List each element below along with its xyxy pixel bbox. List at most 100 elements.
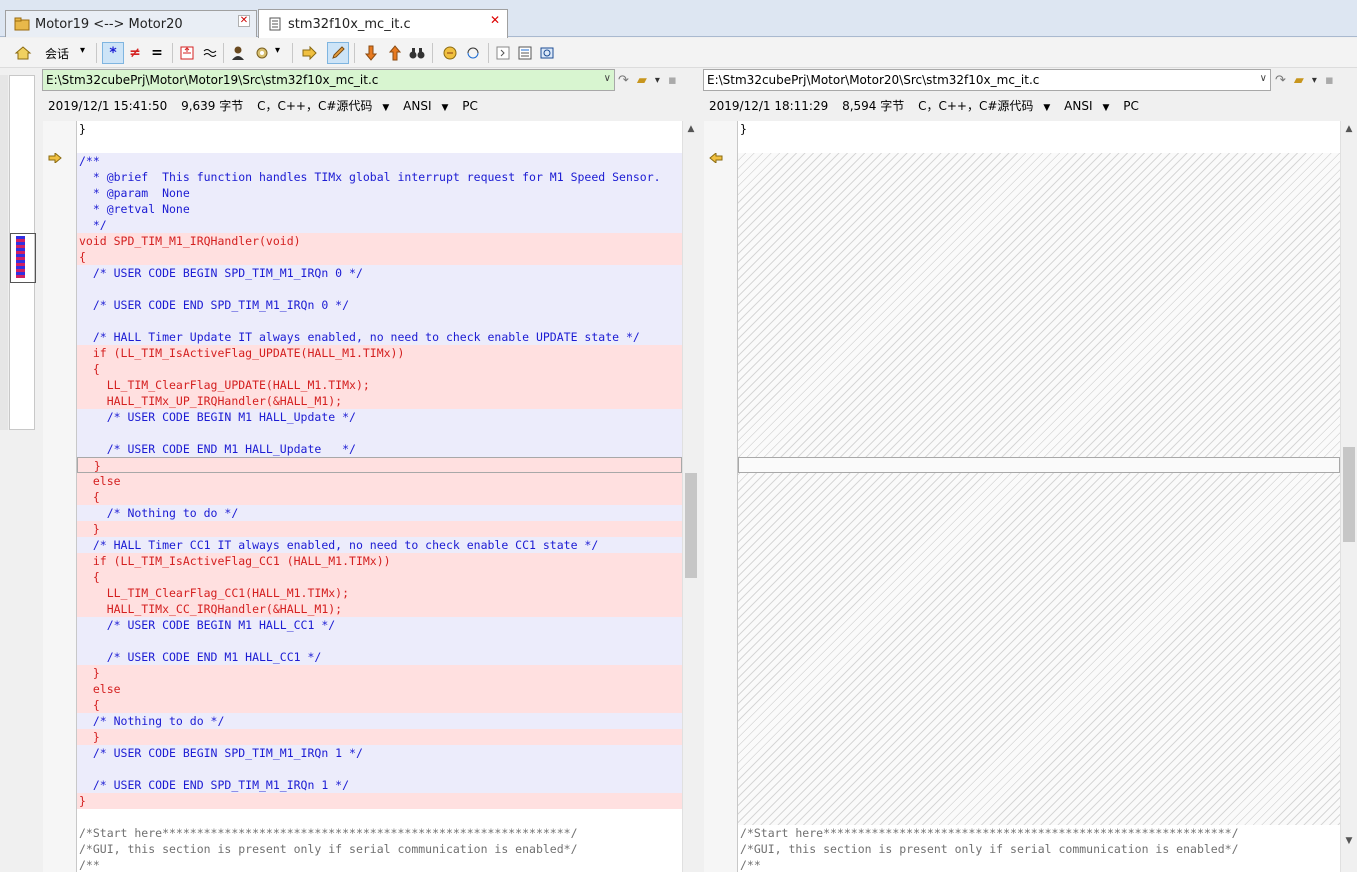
code-line: */ [77, 217, 682, 233]
expand-icon[interactable] [492, 42, 514, 64]
refresh-icon[interactable]: ↷ [618, 73, 629, 88]
left-path-field[interactable]: E:\Stm32cubePrj\Motor\Motor19\Src\stm32f… [42, 69, 615, 91]
person-icon[interactable] [227, 42, 249, 64]
code-line: } [740, 122, 747, 136]
code-line: } [77, 457, 682, 473]
code-line [77, 633, 682, 649]
chevron-down-icon[interactable]: ▼ [1043, 103, 1050, 113]
insert-diff-icon[interactable] [176, 42, 198, 64]
code-line: /* USER CODE BEGIN SPD_TIM_M1_IRQn 1 */ [77, 745, 682, 761]
scroll-thumb[interactable] [685, 473, 697, 578]
chevron-down-icon[interactable]: ∨ [1260, 73, 1267, 84]
right-editor[interactable]: } /*Start here**************************… [738, 121, 1340, 872]
code-line: * @param None [77, 185, 682, 201]
code-line: /*Start here****************************… [740, 826, 1239, 840]
toolbar-divider [96, 43, 97, 63]
code-line: /* USER CODE BEGIN M1 HALL_CC1 */ [77, 617, 682, 633]
edit-icon[interactable] [327, 42, 349, 64]
current-diff-arrow-icon [709, 151, 723, 166]
next-icon[interactable] [298, 42, 320, 64]
chevron-down-icon[interactable]: ▾ [80, 45, 85, 56]
chevron-down-icon[interactable]: ▾ [1312, 75, 1317, 86]
code-line: } [77, 729, 682, 745]
right-gutter [704, 121, 738, 872]
toolbar-divider [292, 43, 293, 63]
swap-icon[interactable] [439, 42, 461, 64]
current-diff-arrow-icon [48, 151, 62, 166]
open-folder-icon[interactable]: ▰ [1294, 73, 1304, 88]
missing-lines-placeholder [738, 153, 1340, 825]
show-all-icon[interactable]: * [102, 42, 124, 64]
code-line: } [77, 793, 682, 809]
right-lineend[interactable]: PC [1123, 99, 1139, 113]
refresh-icon[interactable] [536, 42, 558, 64]
chevron-down-icon[interactable]: ▼ [441, 103, 448, 113]
code-line: if (LL_TIM_IsActiveFlag_UPDATE(HALL_M1.T… [77, 345, 682, 361]
code-line: /*GUI, this section is present only if s… [740, 842, 1239, 856]
window-edge [0, 75, 8, 430]
toolbar-divider [223, 43, 224, 63]
chevron-down-icon[interactable]: ▾ [655, 75, 660, 86]
code-line: } [79, 122, 86, 136]
code-line: HALL_TIMx_UP_IRQHandler(&HALL_M1); [77, 393, 682, 409]
approx-icon[interactable] [199, 42, 221, 64]
code-line: if (LL_TIM_IsActiveFlag_CC1 (HALL_M1.TIM… [77, 553, 682, 569]
left-encoding[interactable]: ANSI [403, 99, 431, 113]
chevron-down-icon[interactable]: ▼ [1102, 103, 1109, 113]
left-date: 2019/12/1 15:41:50 [48, 99, 168, 113]
save-icon[interactable]: ▪ [1325, 73, 1334, 88]
chevron-down-icon[interactable]: ∨ [604, 73, 611, 84]
right-format[interactable]: C，C++，C#源代码 [918, 99, 1033, 113]
sync-icon[interactable] [462, 42, 484, 64]
tab-label: stm32f10x_mc_it.c [288, 16, 411, 32]
code-line: /** [740, 858, 761, 872]
list-icon[interactable] [514, 42, 536, 64]
left-editor[interactable]: } /** * @brief This function handles TIMx… [77, 121, 682, 872]
left-format[interactable]: C，C++，C#源代码 [257, 99, 372, 113]
code-line: * @brief This function handles TIMx glob… [77, 169, 682, 185]
code-line: else [77, 681, 682, 697]
chevron-down-icon[interactable]: ▾ [275, 45, 280, 56]
right-scrollbar[interactable]: ▲ ▼ [1340, 121, 1357, 872]
session-label[interactable]: 会话 [45, 45, 69, 62]
left-scrollbar[interactable]: ▲ [682, 121, 699, 872]
code-line [77, 761, 682, 777]
refresh-icon[interactable]: ↷ [1275, 73, 1286, 88]
code-line: /*GUI, this section is present only if s… [79, 842, 578, 856]
code-line: /* Nothing to do */ [77, 713, 682, 729]
tab-file[interactable]: stm32f10x_mc_it.c ✕ [258, 9, 508, 38]
scroll-down-icon[interactable]: ▼ [1341, 833, 1357, 849]
right-path-text: E:\Stm32cubePrj\Motor\Motor20\Src\stm32f… [707, 73, 1040, 87]
prev-diff-icon[interactable] [384, 42, 406, 64]
left-path-tools: ↷ ▰ ▾ ▪ [618, 70, 677, 90]
tab-session[interactable]: Motor19 <--> Motor20 ✕ [5, 10, 257, 37]
file-c-icon [267, 17, 283, 31]
code-line: /* HALL Timer Update IT always enabled, … [77, 329, 682, 345]
next-diff-icon[interactable] [360, 42, 382, 64]
right-encoding[interactable]: ANSI [1064, 99, 1092, 113]
home-icon[interactable] [12, 42, 34, 64]
code-line: else [77, 473, 682, 489]
open-folder-icon[interactable]: ▰ [637, 73, 647, 88]
scroll-up-icon[interactable]: ▲ [683, 121, 699, 137]
left-lineend[interactable]: PC [462, 99, 478, 113]
code-line: /* USER CODE BEGIN SPD_TIM_M1_IRQn 0 */ [77, 265, 682, 281]
scroll-thumb[interactable] [1343, 447, 1355, 542]
show-same-icon[interactable]: = [146, 42, 168, 64]
binoculars-icon[interactable] [406, 42, 428, 64]
code-line: /* USER CODE END SPD_TIM_M1_IRQn 0 */ [77, 297, 682, 313]
code-line: { [77, 361, 682, 377]
right-path-field[interactable]: E:\Stm32cubePrj\Motor\Motor20\Src\stm32f… [703, 69, 1271, 91]
code-line: { [77, 569, 682, 585]
close-icon[interactable]: ✕ [489, 14, 501, 26]
left-gutter [43, 121, 77, 872]
chevron-down-icon[interactable]: ▼ [382, 103, 389, 113]
rules-icon[interactable] [252, 42, 274, 64]
close-icon[interactable]: ✕ [238, 15, 250, 27]
save-icon[interactable]: ▪ [668, 73, 677, 88]
location-pane[interactable] [9, 75, 36, 430]
scroll-up-icon[interactable]: ▲ [1341, 121, 1357, 137]
show-diffs-icon[interactable]: ≠ [124, 42, 146, 64]
